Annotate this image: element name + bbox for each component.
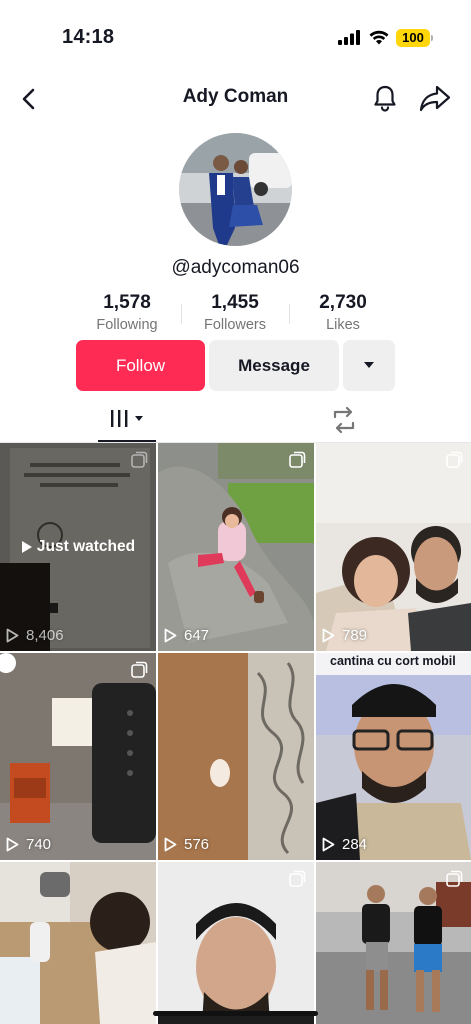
just-watched-text: Just watched (36, 538, 136, 555)
multi-photo-icon (131, 451, 148, 468)
multi-photo-icon (446, 451, 463, 468)
caret-down-icon (364, 362, 374, 368)
stat-following[interactable]: 1,578 Following (72, 292, 182, 333)
grid-icon (111, 410, 143, 427)
play-icon (164, 628, 177, 643)
view-count-text: 647 (184, 627, 210, 644)
video-caption: cantina cu cort mobil (330, 654, 456, 668)
just-watched-label: Just watched (0, 538, 156, 559)
view-count-text: 576 (184, 836, 210, 853)
battery-nub (431, 35, 433, 41)
following-count: 1,578 (103, 292, 151, 313)
video-thumbnail (316, 443, 471, 651)
tab-reposts[interactable] (318, 398, 370, 442)
video-thumbnail (158, 443, 314, 651)
stat-likes[interactable]: 2,730 Likes (288, 292, 398, 333)
video-tile[interactable] (0, 862, 156, 1024)
home-indicator[interactable] (153, 1011, 318, 1016)
view-count: 284 (322, 836, 367, 853)
followers-label: Followers (203, 317, 267, 333)
message-button[interactable]: Message (209, 340, 339, 391)
video-tile[interactable] (316, 862, 471, 1024)
view-count: 8,406 (6, 627, 64, 644)
view-count: 740 (6, 836, 51, 853)
video-tile[interactable]: 740 (0, 653, 156, 860)
likes-count: 2,730 (319, 292, 367, 313)
suggested-accounts-button[interactable] (343, 340, 395, 391)
profile-stats: 1,578 Following 1,455 Followers 2,730 Li… (0, 292, 471, 338)
username: @adycoman06 (171, 257, 300, 278)
play-icon (164, 837, 177, 852)
status-bar: 14:18 100 (0, 0, 471, 70)
video-tile[interactable]: 789 (316, 443, 471, 651)
bell-icon[interactable] (369, 82, 401, 114)
video-tile[interactable]: 576 (158, 653, 314, 860)
view-count-text: 284 (342, 836, 368, 853)
avatar[interactable] (179, 133, 292, 246)
cellular-signal-icon (338, 30, 360, 45)
video-tile[interactable]: cantina cu cort mobil 284 (316, 653, 471, 860)
multi-photo-icon (446, 870, 463, 887)
multi-photo-icon (131, 661, 148, 678)
video-thumbnail (316, 653, 471, 860)
multi-photo-icon (289, 870, 306, 887)
profile-header: Ady Coman (0, 76, 471, 122)
view-count-text: 8,406 (26, 627, 64, 644)
play-icon (21, 541, 32, 553)
multi-photo-icon (289, 451, 306, 468)
following-label: Following (96, 317, 158, 333)
avatar-photo (179, 133, 292, 246)
play-icon (6, 837, 19, 852)
view-count-text: 789 (342, 627, 368, 644)
stat-followers[interactable]: 1,455 Followers (180, 292, 290, 333)
battery-indicator: 100 (396, 29, 430, 47)
status-time: 14:18 (62, 26, 115, 48)
view-count: 647 (164, 627, 209, 644)
share-icon[interactable] (418, 82, 452, 114)
view-count-text: 740 (26, 836, 52, 853)
video-tile[interactable]: 647 (158, 443, 314, 651)
play-icon (6, 628, 19, 643)
video-tile[interactable]: Just watched 8,406 (0, 443, 156, 651)
view-count: 576 (164, 836, 209, 853)
tab-videos[interactable] (98, 398, 156, 442)
follow-button[interactable]: Follow (76, 340, 205, 391)
repost-icon (333, 406, 355, 434)
likes-label: Likes (326, 317, 360, 333)
video-thumbnail (0, 862, 156, 1024)
play-icon (322, 837, 335, 852)
video-thumbnail (0, 653, 156, 860)
followers-count: 1,455 (211, 292, 259, 313)
video-thumbnail (158, 653, 314, 860)
wifi-icon (369, 30, 389, 45)
video-tile[interactable] (158, 862, 314, 1024)
play-icon (322, 628, 335, 643)
view-count: 789 (322, 627, 367, 644)
